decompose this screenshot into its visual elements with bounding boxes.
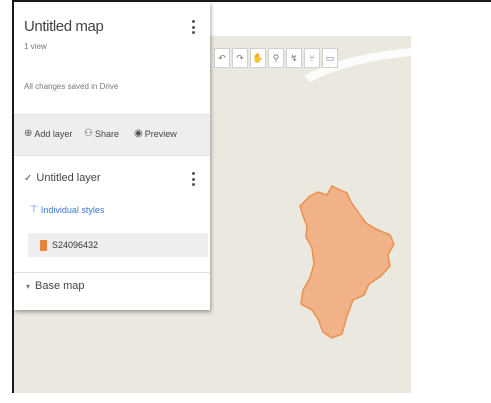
view-count: 1 view xyxy=(24,42,47,51)
base-map-toggle[interactable]: ▾ Base map xyxy=(26,280,85,292)
eye-icon: ◉ xyxy=(134,128,143,139)
undo-button[interactable]: ↶ xyxy=(214,48,230,68)
chevron-down-icon: ▾ xyxy=(26,281,31,291)
undo-icon: ↶ xyxy=(218,52,226,63)
base-map-label: Base map xyxy=(35,280,85,292)
vertical-dots-icon xyxy=(192,20,196,34)
map-top-strip xyxy=(210,2,491,36)
directions-icon: ⑂ xyxy=(309,53,315,63)
layer-options-button[interactable] xyxy=(192,172,196,190)
redo-icon: ↷ xyxy=(236,52,244,63)
map-sidebar-panel: Untitled map 1 view All changes saved in… xyxy=(14,2,210,310)
individual-styles-link[interactable]: ⊤ Individual styles xyxy=(30,204,104,215)
add-person-icon: ⚇ xyxy=(84,128,93,139)
hand-tool-button[interactable]: ✋ xyxy=(250,48,266,68)
preview-label: Preview xyxy=(144,128,177,139)
layer-name[interactable]: Untitled layer xyxy=(36,172,100,184)
draw-line-icon: ↯ xyxy=(290,52,298,63)
ruler-icon: ▭ xyxy=(325,52,335,63)
hand-icon: ✋ xyxy=(252,52,264,63)
draw-line-button[interactable]: ↯ xyxy=(286,48,302,68)
add-marker-button[interactable]: ⚲ xyxy=(268,48,284,68)
share-label: Share xyxy=(94,128,119,139)
save-status: All changes saved in Drive xyxy=(24,82,119,91)
directions-button[interactable]: ⑂ xyxy=(304,48,320,68)
layer-header[interactable]: ✓ Untitled layer xyxy=(24,172,101,184)
add-layer-icon: ⊕ xyxy=(24,128,33,139)
feature-item[interactable]: S24096432 xyxy=(28,233,208,257)
measure-button[interactable]: ▭ xyxy=(322,48,338,68)
panel-divider xyxy=(14,272,210,273)
panel-toolbar: ⊕ Add layer ⚇ Share ◉ Preview xyxy=(14,114,210,156)
add-layer-label: Add layer xyxy=(34,128,73,139)
preview-button[interactable]: ◉ Preview xyxy=(134,128,177,139)
map-toolbar: ↶ ↷ ✋ ⚲ ↯ ⑂ ▭ xyxy=(214,48,338,70)
map-options-button[interactable] xyxy=(192,20,196,38)
add-layer-button[interactable]: ⊕ Add layer xyxy=(24,128,72,139)
vertical-dots-icon xyxy=(192,172,196,186)
paint-roller-icon: ⊤ xyxy=(30,204,38,214)
feature-color-swatch xyxy=(40,239,47,251)
map-title[interactable]: Untitled map xyxy=(24,18,104,35)
right-margin xyxy=(411,36,491,403)
share-button[interactable]: ⚇ Share xyxy=(84,128,119,139)
checkbox-checked-icon[interactable]: ✓ xyxy=(24,173,32,184)
style-link-label: Individual styles xyxy=(40,204,105,215)
redo-button[interactable]: ↷ xyxy=(232,48,248,68)
feature-label: S24096432 xyxy=(52,240,99,250)
marker-icon: ⚲ xyxy=(272,52,280,63)
